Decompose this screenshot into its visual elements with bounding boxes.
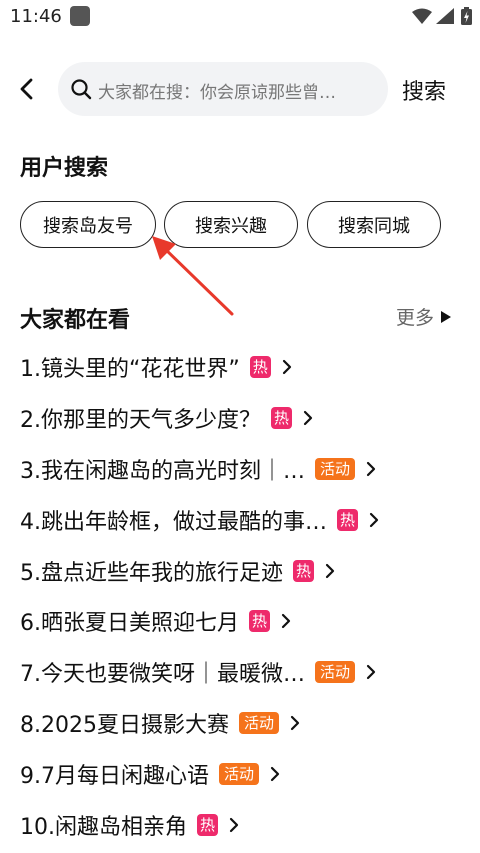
activity-badge: 活动	[219, 762, 260, 785]
search-icon	[71, 79, 92, 100]
trending-item[interactable]: 4.跳出年龄框，做过最酷的事… 热	[20, 494, 470, 545]
chevron-right-icon	[325, 563, 335, 578]
search-button[interactable]: 搜索	[402, 74, 446, 106]
trending-item[interactable]: 10.闲趣岛相亲角热	[20, 799, 470, 850]
trending-item[interactable]: 2.你那里的天气多少度？ 热	[20, 393, 470, 444]
notification-app-icon	[70, 6, 90, 26]
status-bar: 11:46	[0, 0, 480, 34]
activity-badge: 活动	[238, 711, 279, 734]
trending-item-title: 10.闲趣岛相亲角	[20, 814, 187, 840]
search-placeholder: 大家都在搜：你会原谅那些曾…	[98, 83, 336, 103]
signal-icon	[436, 8, 454, 24]
hot-badge: 热	[249, 610, 271, 633]
trending-item-title: 4.跳出年龄框，做过最酷的事…	[20, 509, 327, 535]
triangle-right-icon	[441, 310, 452, 323]
trending-item[interactable]: 3.我在闲趣岛的高光时刻｜… 活动	[20, 444, 470, 495]
trending-item[interactable]: 9.7月每日闲趣心语 活动	[20, 748, 470, 799]
trending-item[interactable]: 7.今天也要微笑呀｜最暖微… 活动	[20, 647, 470, 698]
search-local-chip[interactable]: 搜索同城	[307, 201, 441, 248]
trending-item[interactable]: 8.2025夏日摄影大赛 活动	[20, 698, 470, 749]
status-time: 11:46	[10, 6, 62, 27]
trending-item-title: 1.镜头里的“花花世界”	[20, 357, 240, 383]
chevron-right-icon	[282, 360, 291, 375]
trending-item-title: 7.今天也要微笑呀｜最暖微…	[20, 662, 305, 688]
hot-badge: 热	[271, 407, 293, 430]
chevron-right-icon	[303, 411, 313, 426]
trending-item-title: 3.我在闲趣岛的高光时刻｜…	[20, 458, 305, 484]
chevron-right-icon	[229, 817, 239, 832]
back-arrow-icon[interactable]	[14, 74, 42, 104]
trending-item-title: 6.晒张夏日美照迎七月	[20, 611, 239, 637]
chevron-right-icon	[369, 512, 379, 527]
trending-item[interactable]: 1.镜头里的“花花世界” 热	[20, 342, 470, 393]
trending-list: 1.镜头里的“花花世界” 热 2.你那里的天气多少度？ 热 3.我在闲趣岛的高光时刻｜……	[20, 342, 470, 850]
trending-item[interactable]: 6.晒张夏日美照迎七月热	[20, 596, 470, 647]
search-header: 大家都在搜：你会原谅那些曾… 搜索	[0, 62, 480, 116]
trending-item[interactable]: 5.盘点近些年我的旅行足迹热	[20, 545, 470, 596]
trending-item-title: 5.盘点近些年我的旅行足迹	[20, 560, 283, 586]
trending-item-title: 2.你那里的天气多少度？	[20, 408, 261, 434]
hot-badge: 热	[249, 356, 271, 379]
chevron-right-icon	[366, 461, 376, 477]
more-label: 更多	[396, 307, 435, 329]
trending-title: 大家都在看	[20, 308, 131, 333]
chevron-right-icon	[281, 614, 291, 629]
more-link[interactable]: 更多	[396, 303, 452, 330]
hot-badge: 热	[337, 508, 359, 531]
activity-badge: 活动	[315, 661, 356, 684]
hot-badge: 热	[293, 559, 315, 582]
activity-badge: 活动	[315, 457, 356, 480]
trending-item-title: 8.2025夏日摄影大赛	[20, 712, 229, 738]
search-island-id-chip[interactable]: 搜索岛友号	[20, 201, 156, 248]
chevron-right-icon	[270, 766, 280, 781]
wifi-icon	[412, 8, 432, 24]
annotation-arrow	[152, 236, 234, 316]
chevron-right-icon	[366, 665, 376, 680]
hot-badge: 热	[197, 813, 219, 836]
trending-item-title: 9.7月每日闲趣心语	[20, 763, 209, 789]
user-search-title: 用户搜索	[20, 156, 109, 181]
search-input[interactable]: 大家都在搜：你会原谅那些曾…	[58, 62, 388, 116]
battery-charging-icon	[461, 7, 472, 25]
chevron-right-icon	[290, 715, 300, 731]
